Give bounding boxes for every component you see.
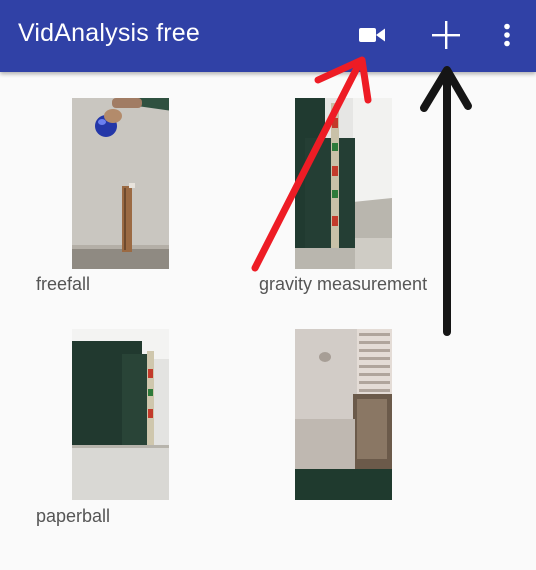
video-thumbnail [72,98,169,269]
video-label: paperball [36,506,111,526]
more-vert-icon [504,23,510,47]
video-camera-icon [359,28,385,42]
video-thumbnail [295,98,392,269]
app-screen: VidAnalysis free freefall gravity measur… [0,0,536,570]
video-item-gravity-measurement[interactable]: gravity measurement [255,95,485,305]
app-bar: VidAnalysis free [0,0,536,72]
video-label: gravity measurement [259,274,428,294]
video-thumbnail [72,329,169,500]
video-item-paperball[interactable]: paperball [30,326,230,536]
add-video-button[interactable] [423,12,469,58]
overflow-menu-button[interactable] [484,12,530,58]
app-title: VidAnalysis free [18,19,200,47]
video-label: freefall [36,274,91,294]
plus-icon [432,21,460,49]
video-item-freefall[interactable]: freefall [30,95,230,305]
video-thumbnail [295,329,392,500]
video-item-untitled[interactable] [255,326,455,536]
record-video-button[interactable] [349,12,395,58]
